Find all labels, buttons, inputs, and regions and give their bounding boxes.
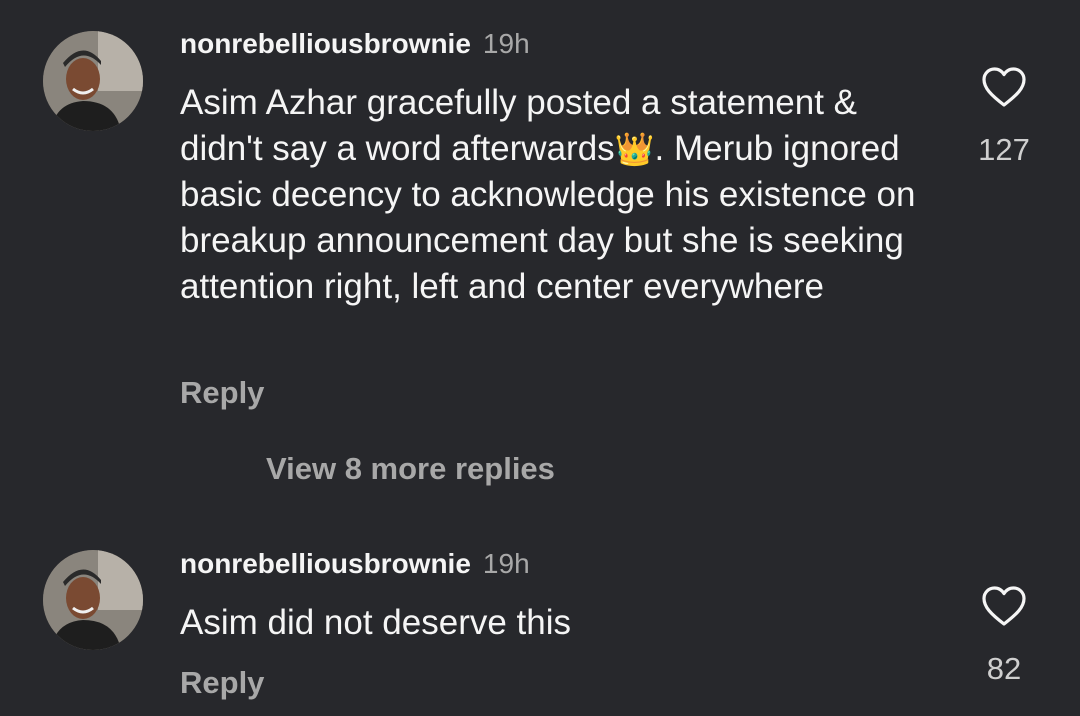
like-count: 82 — [986, 651, 1022, 686]
username[interactable]: nonrebelliousbrownie — [180, 28, 471, 59]
view-more-replies-button[interactable]: View 8 more replies — [266, 450, 555, 488]
comment-header: nonrebelliousbrownie 19h — [180, 26, 530, 62]
avatar[interactable] — [43, 31, 143, 131]
reply-button[interactable]: Reply — [180, 375, 264, 411]
profile-photo-icon — [43, 31, 143, 131]
like-count: 127 — [978, 132, 1030, 167]
username[interactable]: nonrebelliousbrownie — [180, 548, 471, 579]
profile-photo-icon — [43, 550, 143, 650]
avatar[interactable] — [43, 550, 143, 650]
like-control: 82 — [962, 585, 1046, 687]
crown-emoji-icon: 👑 — [614, 131, 655, 167]
heart-outline-icon[interactable] — [981, 585, 1027, 627]
comment-text: Asim did not deserve this — [180, 603, 572, 642]
comment-text: Asim Azhar gracefully posted a statement… — [180, 80, 940, 310]
timestamp: 19h — [482, 548, 530, 579]
comment-header: nonrebelliousbrownie 19h — [180, 546, 530, 582]
reply-button[interactable]: Reply — [180, 665, 264, 701]
timestamp: 19h — [482, 28, 530, 59]
like-control: 127 — [962, 66, 1046, 168]
heart-outline-icon[interactable] — [981, 66, 1027, 108]
